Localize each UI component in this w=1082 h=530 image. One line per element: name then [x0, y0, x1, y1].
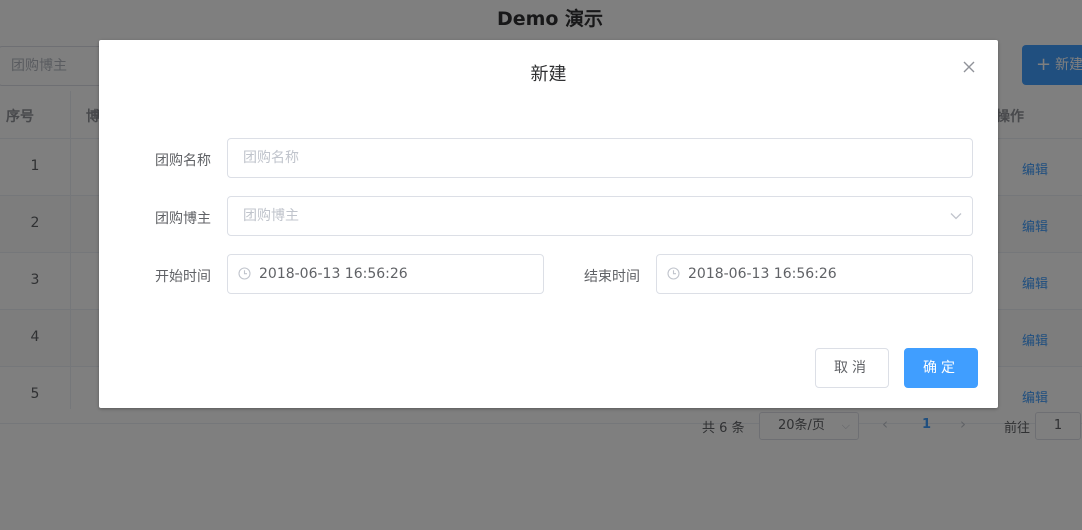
start-time-picker[interactable]: 2018-06-13 16:56:26: [227, 254, 544, 294]
label-start-time: 开始时间: [155, 269, 211, 285]
close-icon[interactable]: [960, 58, 978, 76]
end-time-value: 2018-06-13 16:56:26: [688, 266, 837, 282]
end-time-picker[interactable]: 2018-06-13 16:56:26: [656, 254, 973, 294]
start-time-value: 2018-06-13 16:56:26: [259, 266, 408, 282]
dialog-title: 新建: [530, 64, 567, 85]
clock-icon: [238, 257, 251, 293]
label-group-blogger: 团购博主: [155, 211, 211, 227]
cancel-button[interactable]: 取消: [815, 348, 889, 388]
label-end-time: 结束时间: [584, 269, 640, 285]
chevron-down-icon: [950, 197, 962, 235]
group-name-placeholder: 团购名称: [243, 150, 299, 166]
clock-icon: [667, 257, 680, 293]
confirm-button[interactable]: 确定: [904, 348, 978, 388]
group-blogger-select[interactable]: 团购博主: [227, 196, 973, 236]
group-name-input[interactable]: 团购名称: [227, 138, 973, 178]
group-blogger-placeholder: 团购博主: [243, 208, 299, 224]
label-group-name: 团购名称: [155, 153, 211, 169]
create-dialog: 新建 团购名称 团购名称 团购博主 团购博主 开始时间 2018-06-13 1…: [99, 40, 998, 408]
